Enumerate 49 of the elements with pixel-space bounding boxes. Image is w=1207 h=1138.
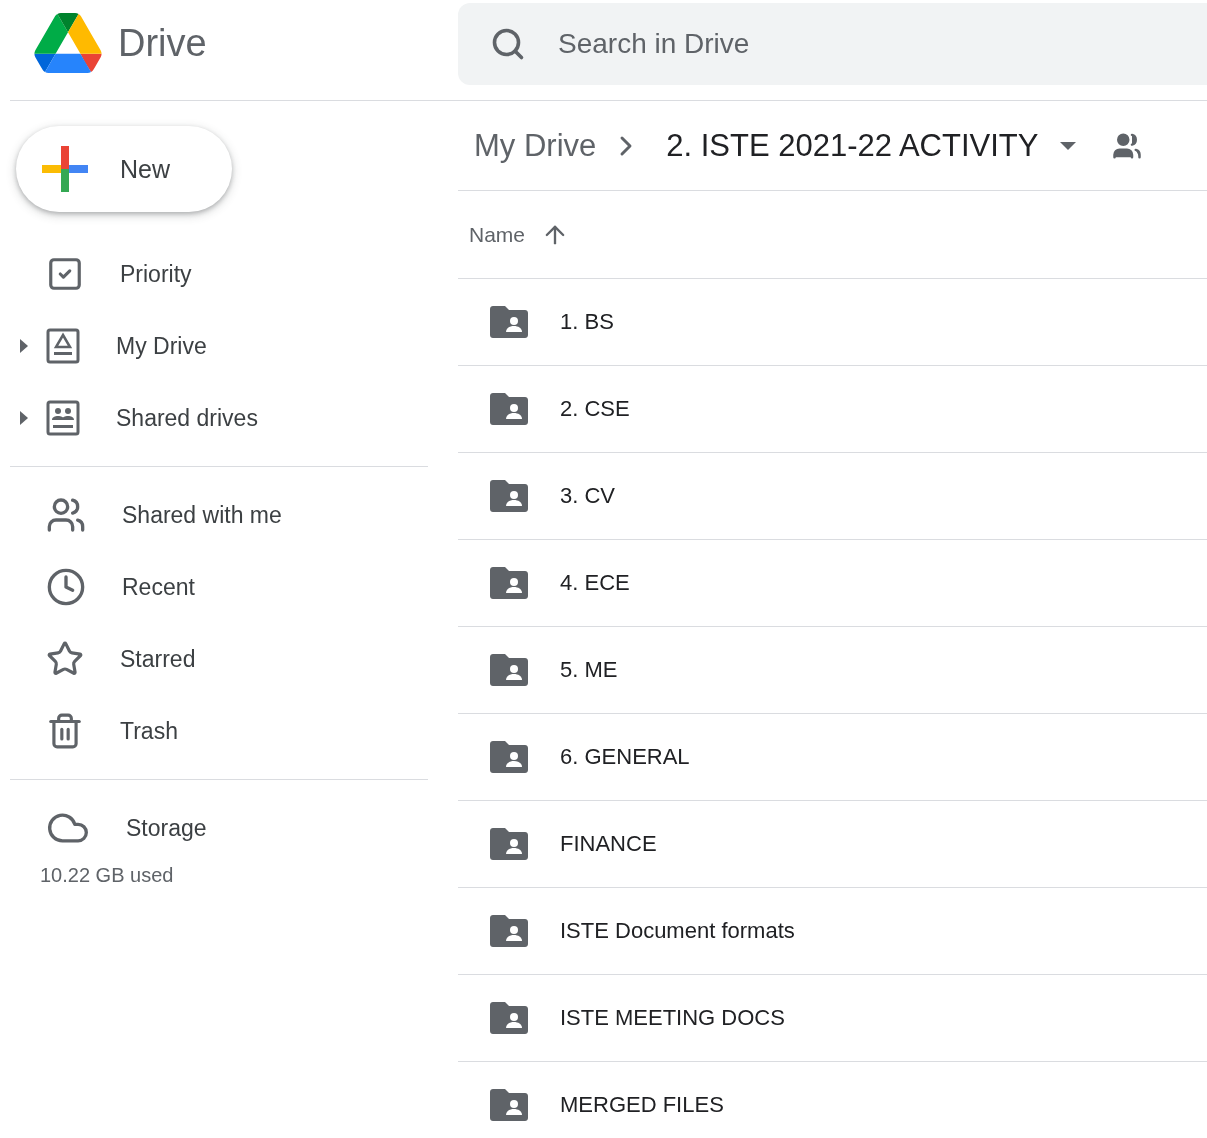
star-icon (46, 640, 84, 678)
shared-folder-icon (490, 567, 528, 599)
plus-icon (42, 146, 88, 192)
drive-logo (34, 13, 102, 73)
sidebar-item[interactable]: Trash (10, 695, 428, 767)
folder-row[interactable]: MERGED FILES (458, 1062, 1207, 1138)
shared-folder-icon (490, 654, 528, 686)
shared-drives-icon (46, 400, 80, 436)
folder-row[interactable]: ISTE MEETING DOCS (458, 975, 1207, 1062)
search-icon (490, 26, 526, 62)
current-folder[interactable]: 2. ISTE 2021-22 ACTIVITY (666, 127, 1039, 164)
folder-row[interactable]: 5. ME (458, 627, 1207, 714)
expand-arrow-icon[interactable] (20, 339, 28, 353)
folder-row[interactable]: 3. CV (458, 453, 1207, 540)
sidebar-item[interactable]: Shared with me (10, 479, 428, 551)
search-bar[interactable]: Search in Drive (458, 3, 1207, 85)
search-field[interactable]: Search in Drive (556, 27, 1207, 61)
checkbox-icon (46, 255, 84, 293)
trash-icon (46, 712, 84, 750)
shared-folder-icon (490, 1002, 528, 1034)
sidebar-item[interactable]: Storage (10, 792, 428, 864)
hard-drive-icon (46, 328, 80, 364)
sidebar-item[interactable]: Priority (10, 238, 428, 310)
people-icon (46, 495, 86, 535)
folder-row[interactable]: 6. GENERAL (458, 714, 1207, 801)
breadcrumb-link[interactable]: My Drive (474, 127, 597, 164)
column-header[interactable]: Name (469, 222, 526, 247)
shared-folder-icon (490, 393, 528, 425)
folder-row[interactable]: ISTE Document formats (458, 888, 1207, 975)
clock-icon (46, 567, 86, 607)
folder-row[interactable]: 1. BS (458, 279, 1207, 366)
folder-row[interactable]: 4. ECE (458, 540, 1207, 627)
new-button[interactable]: New (16, 126, 232, 212)
shared-folder-icon (490, 828, 528, 860)
sidebar-item[interactable]: My Drive (10, 310, 428, 382)
shared-folder-icon (490, 741, 528, 773)
sidebar-item[interactable]: Shared drives (10, 382, 428, 454)
shared-folder-icon (490, 306, 528, 338)
expand-arrow-icon[interactable] (20, 411, 28, 425)
app-name: Drive (118, 21, 207, 65)
shared-folder-icon (490, 1089, 528, 1121)
folder-row[interactable]: 2. CSE (458, 366, 1207, 453)
shared-folder-icon (490, 480, 528, 512)
storage-used: 10.22 GB used (39, 864, 175, 887)
shared-folder-icon (490, 915, 528, 947)
caret-icon[interactable] (1060, 141, 1077, 150)
folder-row[interactable]: FINANCE (458, 801, 1207, 888)
sidebar-item[interactable]: Recent (10, 551, 428, 623)
sidebar-item[interactable]: Starred (10, 623, 428, 695)
